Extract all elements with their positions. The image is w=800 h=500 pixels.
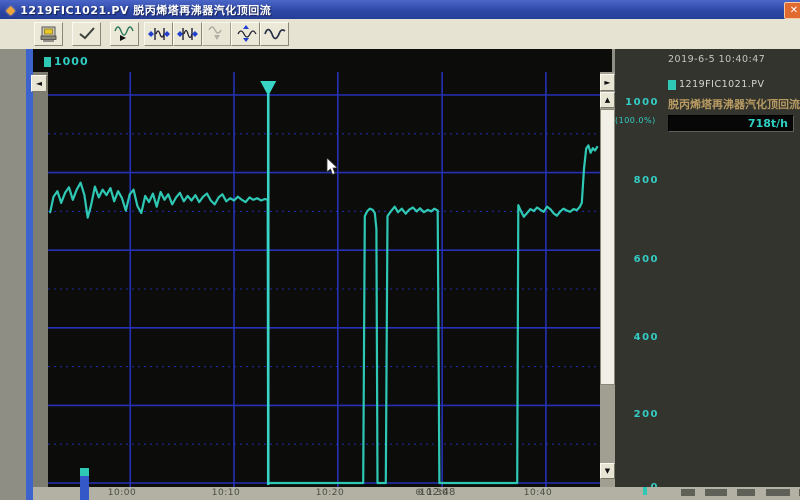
confirm-button[interactable]	[72, 22, 101, 46]
scrollbar-thumb[interactable]	[600, 109, 615, 385]
trend-line	[50, 145, 597, 483]
window-border-strip	[26, 49, 33, 500]
pen-range-strip: 1000	[33, 49, 612, 72]
compress-wave-button[interactable]	[202, 22, 231, 46]
close-button[interactable]: ✕	[784, 2, 800, 19]
pan-right-button[interactable]: ►	[600, 74, 615, 91]
photo-artifact-bar	[80, 468, 89, 500]
trend-plot-svg	[48, 72, 600, 487]
toolbar	[0, 19, 800, 50]
legend-entry[interactable]: 1219FIC1021.PV	[668, 79, 765, 90]
app-icon: ◆	[6, 4, 15, 16]
y-tick-800: 800	[617, 175, 659, 186]
scroll-down-button[interactable]: ▼	[600, 463, 615, 479]
scroll-up-button[interactable]: ▲	[600, 92, 615, 108]
trend-plot[interactable]	[48, 72, 600, 487]
pen-value-display: 718t/h	[668, 115, 794, 132]
trend-cursor-marker[interactable]	[260, 81, 276, 96]
wave-button[interactable]	[260, 22, 289, 46]
photo-watermark: ⊕ 12:48	[415, 487, 455, 498]
pan-left-wave-button[interactable]	[144, 22, 173, 46]
pan-left-button[interactable]: ◄	[31, 75, 47, 92]
pen-range-max: 1000	[54, 55, 89, 68]
pen-description: 脱丙烯塔再沸器汽化顶回流	[668, 96, 800, 112]
y-tick-600: 600	[617, 254, 659, 265]
left-margin	[0, 49, 26, 500]
legend-color-swatch	[668, 80, 676, 90]
y-scale-percent: (100.0%)	[615, 116, 665, 125]
x-tick-3: 10:20	[308, 488, 352, 498]
x-tick-5: 10:40	[516, 488, 560, 498]
left-scroll-track[interactable]	[33, 72, 48, 487]
x-tick-2: 10:10	[204, 488, 248, 498]
wave-compress-icon	[205, 24, 229, 44]
run-trend-button[interactable]	[110, 22, 139, 46]
expand-wave-button[interactable]	[231, 22, 260, 46]
photo-artifact-dot	[643, 487, 647, 495]
trend-viewer-window: ◆ 1219FIC1021.PV 脱丙烯塔再沸器汽化顶回流 ✕	[0, 0, 800, 500]
legend-panel: 1000 (100.0%) 800 600 400 200 0 2019-6-5…	[615, 49, 800, 487]
wave-icon	[263, 24, 287, 44]
x-tick-1: 10:00	[100, 488, 144, 498]
title-bar[interactable]: ◆ 1219FIC1021.PV 脱丙烯塔再沸器汽化顶回流 ✕	[0, 0, 800, 19]
wave-markers-right-icon	[176, 24, 200, 44]
checkmark-icon	[76, 25, 98, 43]
wave-expand-icon	[234, 24, 258, 44]
pan-right-wave-button[interactable]	[173, 22, 202, 46]
pen-tag: 1219FIC1021.PV	[679, 79, 765, 90]
mouse-pointer-icon	[326, 158, 340, 176]
y-tick-200: 200	[617, 409, 659, 420]
y-tick-1000: 1000	[617, 97, 659, 108]
time-axis-strip: 10:00 10:10 10:20 10:30 10:40 ⊕ 12:48	[33, 487, 800, 500]
print-button[interactable]	[34, 22, 63, 46]
run-wave-icon	[113, 24, 137, 44]
pen-color-swatch	[44, 57, 51, 67]
y-tick-400: 400	[617, 332, 659, 343]
current-timestamp: 2019-6-5 10:40:47	[668, 54, 765, 65]
printer-icon	[38, 25, 60, 43]
window-title: 1219FIC1021.PV 脱丙烯塔再沸器汽化顶回流	[20, 2, 271, 18]
wave-markers-left-icon	[147, 24, 171, 44]
